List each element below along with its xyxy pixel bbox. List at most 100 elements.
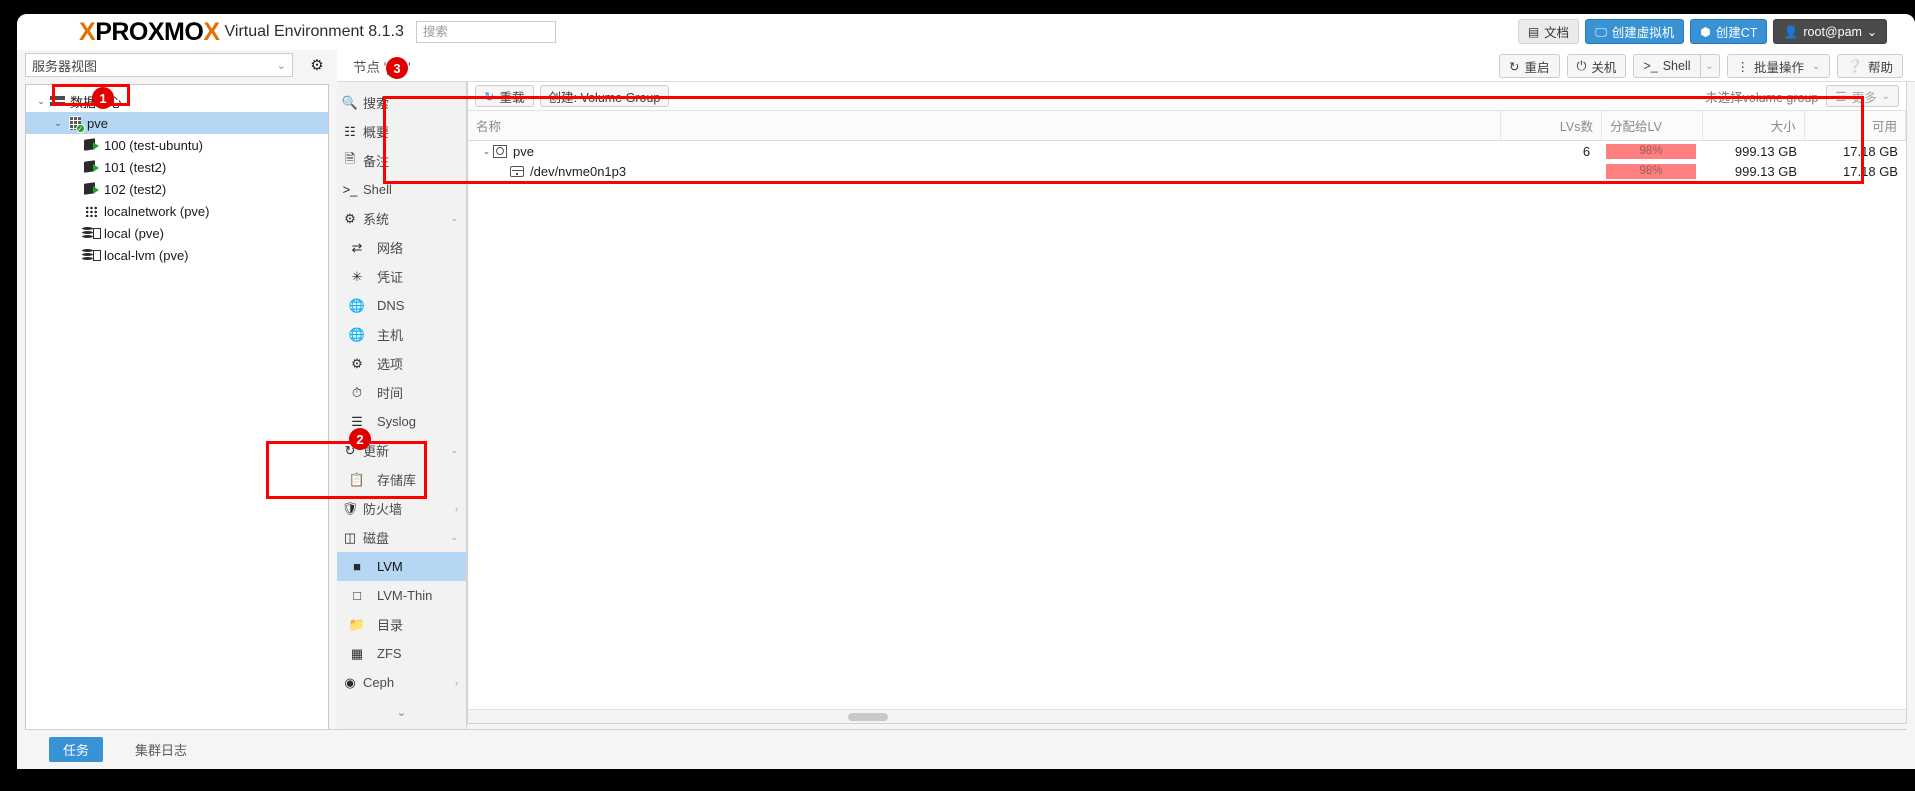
server-view-select[interactable]: 服务器视图 ⌄ xyxy=(25,53,293,77)
column-header-alloc[interactable]: 分配给LV xyxy=(1602,111,1704,140)
user-label: root@pam xyxy=(1803,24,1862,39)
folder-icon: 📁 xyxy=(348,616,366,632)
lvm-table-body: ⌄ pve 6 98% 999.13 GB 17.18 GB/dev/nvme0n1p3 9… xyxy=(468,141,1906,181)
list-icon: ☰ xyxy=(351,413,363,429)
nav-item-chevron-icon[interactable]: › xyxy=(455,504,458,514)
tree-item-100[interactable]: 100 (test-ubuntu) xyxy=(26,134,328,156)
scrollbar-thumb[interactable] xyxy=(848,713,888,721)
nav-item-[interactable]: ◫ 磁盘 ⌄ xyxy=(337,523,466,552)
shutdown-button[interactable]: ⏻ 关机 xyxy=(1566,54,1627,78)
refresh-icon: ↻ xyxy=(484,89,495,104)
proxmox-logo: XPROXMOX Virtual Environment 8.1.3 xyxy=(79,17,404,46)
alloc-progress-bar: 98% xyxy=(1606,143,1697,159)
user-menu-button[interactable]: 👤 root@pam ⌄ xyxy=(1773,19,1887,44)
reload-button[interactable]: ↻ 重载 xyxy=(475,85,534,107)
chevron-down-icon: ⌄ xyxy=(1881,90,1890,102)
nav-expand-more-button[interactable]: ⌄ xyxy=(337,697,466,727)
nav-item-ceph[interactable]: ◉ Ceph › xyxy=(337,668,466,697)
tree-twisty[interactable]: ⌄ xyxy=(51,118,65,129)
shield-icon: 🛡 xyxy=(341,500,359,516)
create-vm-button[interactable]: 🖵 创建虚拟机 xyxy=(1585,19,1685,44)
nav-item-lvm[interactable]: ■ LVM xyxy=(337,552,466,581)
column-header-free[interactable]: 可用 xyxy=(1805,111,1906,140)
row-twisty[interactable]: ⌄ xyxy=(480,146,493,157)
nav-item-[interactable]: ✳ 凭证 xyxy=(337,262,466,291)
nav-item-shell[interactable]: >_ Shell xyxy=(337,175,466,204)
column-header-lvs[interactable]: LVs数 xyxy=(1501,111,1603,140)
nav-item-[interactable]: 🔍 搜索 xyxy=(337,88,466,117)
tree-item-local[interactable]: local (pve) xyxy=(26,222,328,244)
more-button[interactable]: ☰ 更多 ⌄ xyxy=(1826,85,1899,107)
column-header-size[interactable]: 大小 xyxy=(1703,111,1805,140)
bulk-actions-button[interactable]: ⋮ 批量操作 ⌄ xyxy=(1726,54,1831,78)
nav-item-[interactable]: ☷ 概要 xyxy=(337,117,466,146)
tree-item-101[interactable]: 101 (test2) xyxy=(26,156,328,178)
create-ct-button[interactable]: ⬢ 创建CT xyxy=(1690,19,1768,44)
volume-group-icon xyxy=(493,144,507,158)
nav-item-chevron-icon[interactable]: ⌄ xyxy=(450,532,458,543)
nav-item-label: LVM-Thin xyxy=(377,588,433,603)
lvmthin-icon: □ xyxy=(353,588,361,603)
create-ct-label: 创建CT xyxy=(1715,26,1758,40)
nav-item-label: 概要 xyxy=(363,125,390,140)
chevron-down-icon: ⌄ xyxy=(396,705,407,719)
table-row[interactable]: /dev/nvme0n1p3 98% 999.13 GB 17.18 GB xyxy=(468,161,1906,181)
tree-item-label: local (pve) xyxy=(104,225,164,241)
nav-item-chevron-icon[interactable]: ⌄ xyxy=(450,445,458,456)
nav-item-[interactable]: 📋 存储库 xyxy=(337,465,466,494)
nav-item-label: 磁盘 xyxy=(363,531,390,546)
tree-item-label: 101 (test2) xyxy=(104,159,167,175)
nav-item-dns[interactable]: 🌐 DNS xyxy=(337,291,466,320)
tab-tasks[interactable]: 任务 xyxy=(49,737,104,762)
shell-button-group: >_ Shell ⌄ xyxy=(1633,54,1720,78)
restart-button[interactable]: ↻ 重启 xyxy=(1499,54,1560,78)
tree-item-localnetwork[interactable]: localnetwork (pve) xyxy=(26,200,328,222)
logo-x-left: X xyxy=(79,17,96,46)
nav-item-label: 主机 xyxy=(377,328,404,343)
table-row[interactable]: ⌄ pve 6 98% 999.13 GB 17.18 GB xyxy=(468,141,1906,161)
tab-cluster-log[interactable]: 集群日志 xyxy=(121,737,201,762)
global-search-input[interactable] xyxy=(415,21,556,43)
tree-item-102[interactable]: 102 (test2) xyxy=(26,178,328,200)
nav-item-label: 存储库 xyxy=(377,473,417,488)
nav-item-lvm-thin[interactable]: □ LVM-Thin xyxy=(337,581,466,610)
nav-item-label: 搜索 xyxy=(363,96,390,111)
nav-item-chevron-icon[interactable]: ⌄ xyxy=(450,213,458,224)
nav-item-[interactable]: ⚙ 选项 xyxy=(337,349,466,378)
tree-twisty[interactable]: ⌄ xyxy=(34,96,48,107)
nav-item-[interactable]: 📁 目录 xyxy=(337,610,466,639)
shell-button[interactable]: >_ Shell xyxy=(1633,54,1700,78)
clock-icon: ⏱ xyxy=(351,384,363,400)
docs-button[interactable]: ▤ 文档 xyxy=(1517,19,1580,44)
globe-icon: 🌐 xyxy=(348,297,366,313)
horizontal-scrollbar[interactable] xyxy=(468,709,1906,723)
nav-item-zfs[interactable]: ▦ ZFS xyxy=(337,639,466,668)
shell-dropdown-arrow[interactable]: ⌄ xyxy=(1699,54,1720,78)
disk-icon: ◫ xyxy=(343,529,357,545)
tree-item-pve[interactable]: ⌄ ✓ pve xyxy=(26,112,328,134)
nav-item-chevron-icon[interactable]: › xyxy=(455,678,458,688)
column-header-name[interactable]: 名称 xyxy=(468,111,1501,140)
nav-item-[interactable]: 🌐 主机 xyxy=(337,320,466,349)
chevron-down-icon: ⌄ xyxy=(1866,24,1877,39)
gear-icon[interactable]: ⚙ xyxy=(305,53,329,77)
certificate-icon: ✳ xyxy=(351,268,363,284)
row-lvs-count xyxy=(1497,161,1598,181)
node-nav-menu[interactable]: 🔍 搜索 ☷ 概要 🗎 备注 >_ Shell ⚙ 系统 ⌄ ⇄ 网络 ✳ 凭证 🌐 DNS 🌐 主机 ⚙ 选项 ⏱ 时间 ☰… xyxy=(337,82,467,760)
row-name: pve xyxy=(513,143,534,159)
nav-item-[interactable]: 🛡 防火墙 › xyxy=(337,494,466,523)
nav-item-label: 备注 xyxy=(363,154,390,169)
nav-item-[interactable]: ⚙ 系统 ⌄ xyxy=(337,204,466,233)
alloc-percent-label: 98% xyxy=(1639,165,1663,177)
nav-item-[interactable]: ⇄ 网络 xyxy=(337,233,466,262)
nav-item-[interactable]: 🗎 备注 xyxy=(337,146,466,175)
nav-item-[interactable]: ⏱ 时间 xyxy=(337,378,466,407)
resource-tree[interactable]: ⌄数据中心⌄✓pve100 (test-ubuntu) 101 (test2) 10… xyxy=(25,84,329,760)
tree-item-local-lvm[interactable]: local-lvm (pve) xyxy=(26,244,328,266)
annotation-marker-2: 2 xyxy=(349,428,371,450)
tree-item-[interactable]: ⌄数据中心 xyxy=(26,90,328,112)
create-volume-group-button[interactable]: 创建: Volume Group xyxy=(539,85,670,107)
help-button[interactable]: ❔ 帮助 xyxy=(1837,54,1903,78)
logo-wordmark: PROXMO xyxy=(95,17,204,46)
search-icon: 🔍 xyxy=(341,94,359,110)
